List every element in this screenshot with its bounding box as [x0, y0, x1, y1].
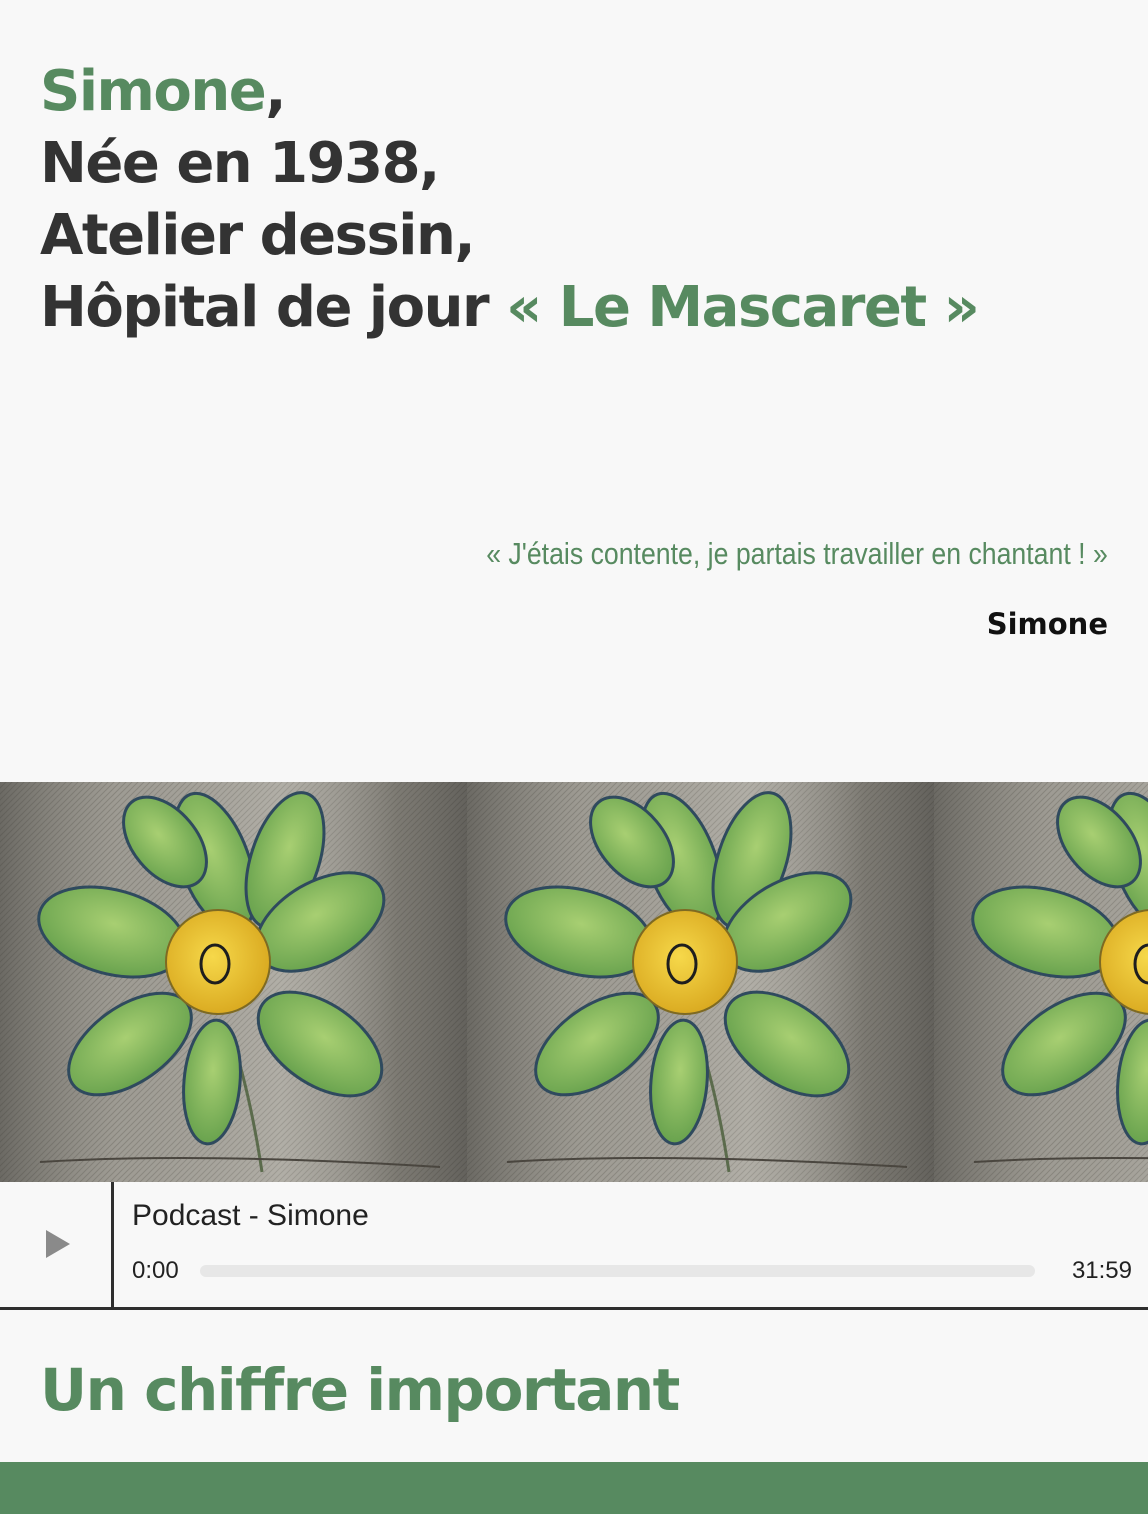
play-button[interactable]: [0, 1182, 114, 1307]
pull-quote: « J'étais contente, je partais travaille…: [486, 536, 1108, 571]
hero-name: Simone: [40, 59, 267, 124]
podcast-title: Podcast - Simone: [132, 1199, 369, 1232]
hero-line-name: Simone,: [40, 56, 978, 128]
hero-heading: Simone, Née en 1938, Atelier dessin, Hôp…: [40, 56, 980, 344]
play-icon: [46, 1230, 70, 1258]
current-time: 0:00: [132, 1257, 179, 1284]
section-title: Un chiffre important: [40, 1356, 680, 1424]
progress-bar[interactable]: [200, 1265, 1035, 1277]
flower-drawing-image: [0, 782, 1148, 1182]
pull-quote-author: Simone: [986, 607, 1108, 641]
hero-line-birth: Née en 1938,: [40, 131, 440, 196]
bottom-banner: [0, 1462, 1148, 1514]
audio-player: Podcast - Simone 0:00 31:59: [0, 1182, 1148, 1310]
hero-name-suffix: ,: [265, 59, 286, 124]
hero-line-workshop: Atelier dessin,: [40, 203, 476, 268]
duration: 31:59: [1071, 1257, 1132, 1284]
hero-hospital-name: « Le Mascaret »: [506, 275, 980, 340]
hero-hospital-prefix: Hôpital de jour: [40, 275, 507, 340]
hero-line-hospital: Hôpital de jour « Le Mascaret »: [40, 272, 980, 344]
flower-drawing-banner: [0, 782, 1148, 1182]
